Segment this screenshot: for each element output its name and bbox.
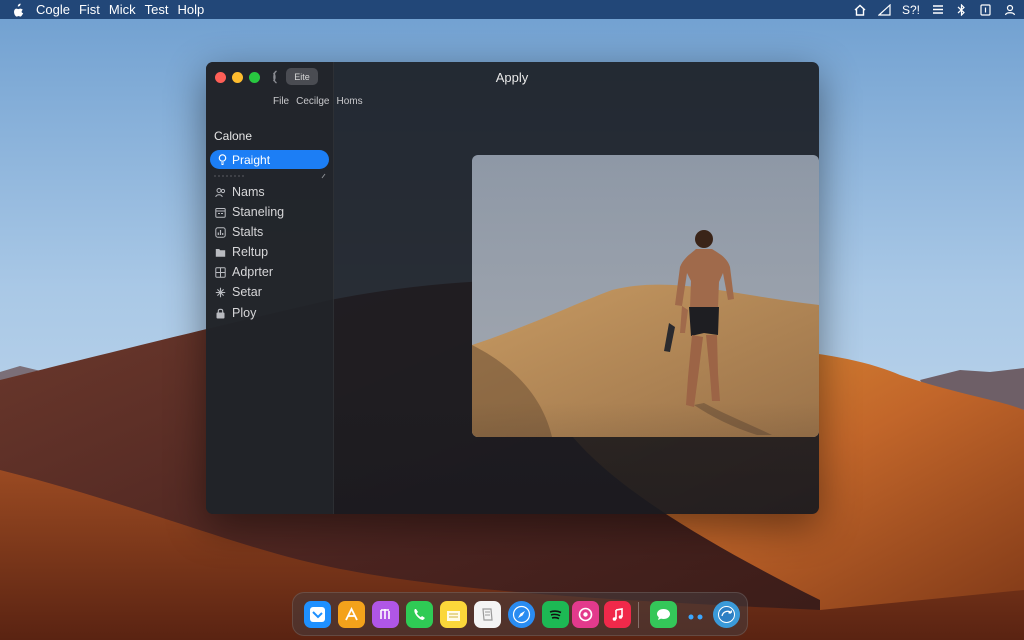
sidebar-item-label: Nams (232, 185, 265, 199)
sidebar-item-label: Staneling (232, 205, 285, 219)
dock (292, 592, 748, 636)
sidebar-toggle-icon[interactable] (270, 70, 280, 84)
menu-item-help[interactable]: Holp (177, 0, 204, 19)
user-status-icon[interactable] (1003, 3, 1016, 16)
chart-icon (215, 226, 226, 238)
lock-icon (215, 308, 226, 319)
sidebar-item-adprter[interactable]: Adprter (215, 263, 273, 281)
sidebar-item-label: Praight (232, 152, 271, 167)
window-titlebar[interactable]: Eite Apply (206, 62, 819, 92)
menu-item-app[interactable]: Cogle (36, 0, 70, 19)
minimize-button[interactable] (232, 72, 243, 83)
sidebar-item-label: Stalts (232, 225, 264, 239)
spotify-icon[interactable] (542, 601, 569, 628)
reminders-icon[interactable] (474, 601, 501, 628)
people-icon (215, 187, 226, 198)
sidebar-item-label: Ploy (232, 306, 257, 320)
sidebar-item-setar[interactable]: Setar (215, 283, 262, 301)
notes-status-icon[interactable] (979, 3, 992, 16)
content-fade (334, 402, 819, 514)
calendar-icon (215, 207, 226, 218)
sidebar-item-label: Reltup (232, 245, 269, 259)
music-creator-icon[interactable] (372, 601, 399, 628)
toolbar-file[interactable]: File (273, 96, 289, 107)
notes-icon[interactable] (440, 601, 467, 628)
sidebar-item-ploy[interactable]: Ploy (215, 304, 256, 322)
bulb-icon (218, 154, 227, 165)
sidebar-item-label: Setar (232, 285, 262, 299)
photo-preview[interactable] (472, 155, 819, 437)
sidebar-item-staneling[interactable]: Staneling (215, 203, 284, 221)
app-store-icon[interactable] (338, 601, 365, 628)
podcast-icon[interactable] (572, 601, 599, 628)
apple-menu-icon[interactable] (12, 2, 26, 17)
bluetooth-icon[interactable] (955, 3, 968, 16)
updater-icon[interactable] (713, 601, 740, 628)
messages-icon[interactable] (650, 601, 677, 628)
folder-icon (215, 247, 226, 258)
sidebar-divider (214, 173, 326, 179)
sidebar-heading: Calone (214, 129, 253, 143)
sidebar-item-nams[interactable]: Nams (215, 183, 265, 201)
sidebar-item-selected[interactable]: Praight (210, 150, 329, 169)
zoom-button[interactable] (249, 72, 260, 83)
music-icon[interactable] (604, 601, 631, 628)
finder-icon[interactable] (304, 601, 331, 628)
menu-item-mick[interactable]: Mick (109, 0, 136, 19)
close-button[interactable] (215, 72, 226, 83)
window-toolbar: File Cecilge Homs (273, 96, 363, 107)
phone-icon[interactable] (406, 601, 433, 628)
toolbar-cecilge[interactable]: Cecilge (296, 96, 329, 107)
sidebar-item-stalts[interactable]: Stalts (215, 223, 263, 241)
toolbar-homs[interactable]: Homs (336, 96, 362, 107)
menu-bar-clock[interactable]: S?! (902, 3, 920, 17)
sidebar-item-reltup[interactable]: Reltup (215, 243, 268, 261)
home-icon[interactable] (854, 3, 867, 16)
edit-pill-button[interactable]: Eite (286, 68, 318, 85)
menu-bar-status-area: S?! (854, 0, 1016, 19)
safari-icon[interactable] (508, 601, 535, 628)
sidebar-item-label: Adprter (232, 265, 273, 279)
grid-icon (215, 266, 226, 278)
dock-separator (638, 602, 639, 628)
more-icon[interactable] (683, 601, 710, 628)
app-window: Eite Apply File Cecilge Homs Calone Prai… (206, 62, 819, 514)
menu-item-file[interactable]: Fist (79, 0, 100, 19)
menu-item-test[interactable]: Test (145, 0, 169, 19)
control-center-icon[interactable] (931, 3, 944, 16)
window-title: Apply (495, 70, 529, 85)
menu-bar: Cogle Fist Mick Test Holp S?! (0, 0, 1024, 19)
battery-icon[interactable] (877, 3, 891, 16)
star-icon (215, 287, 226, 298)
